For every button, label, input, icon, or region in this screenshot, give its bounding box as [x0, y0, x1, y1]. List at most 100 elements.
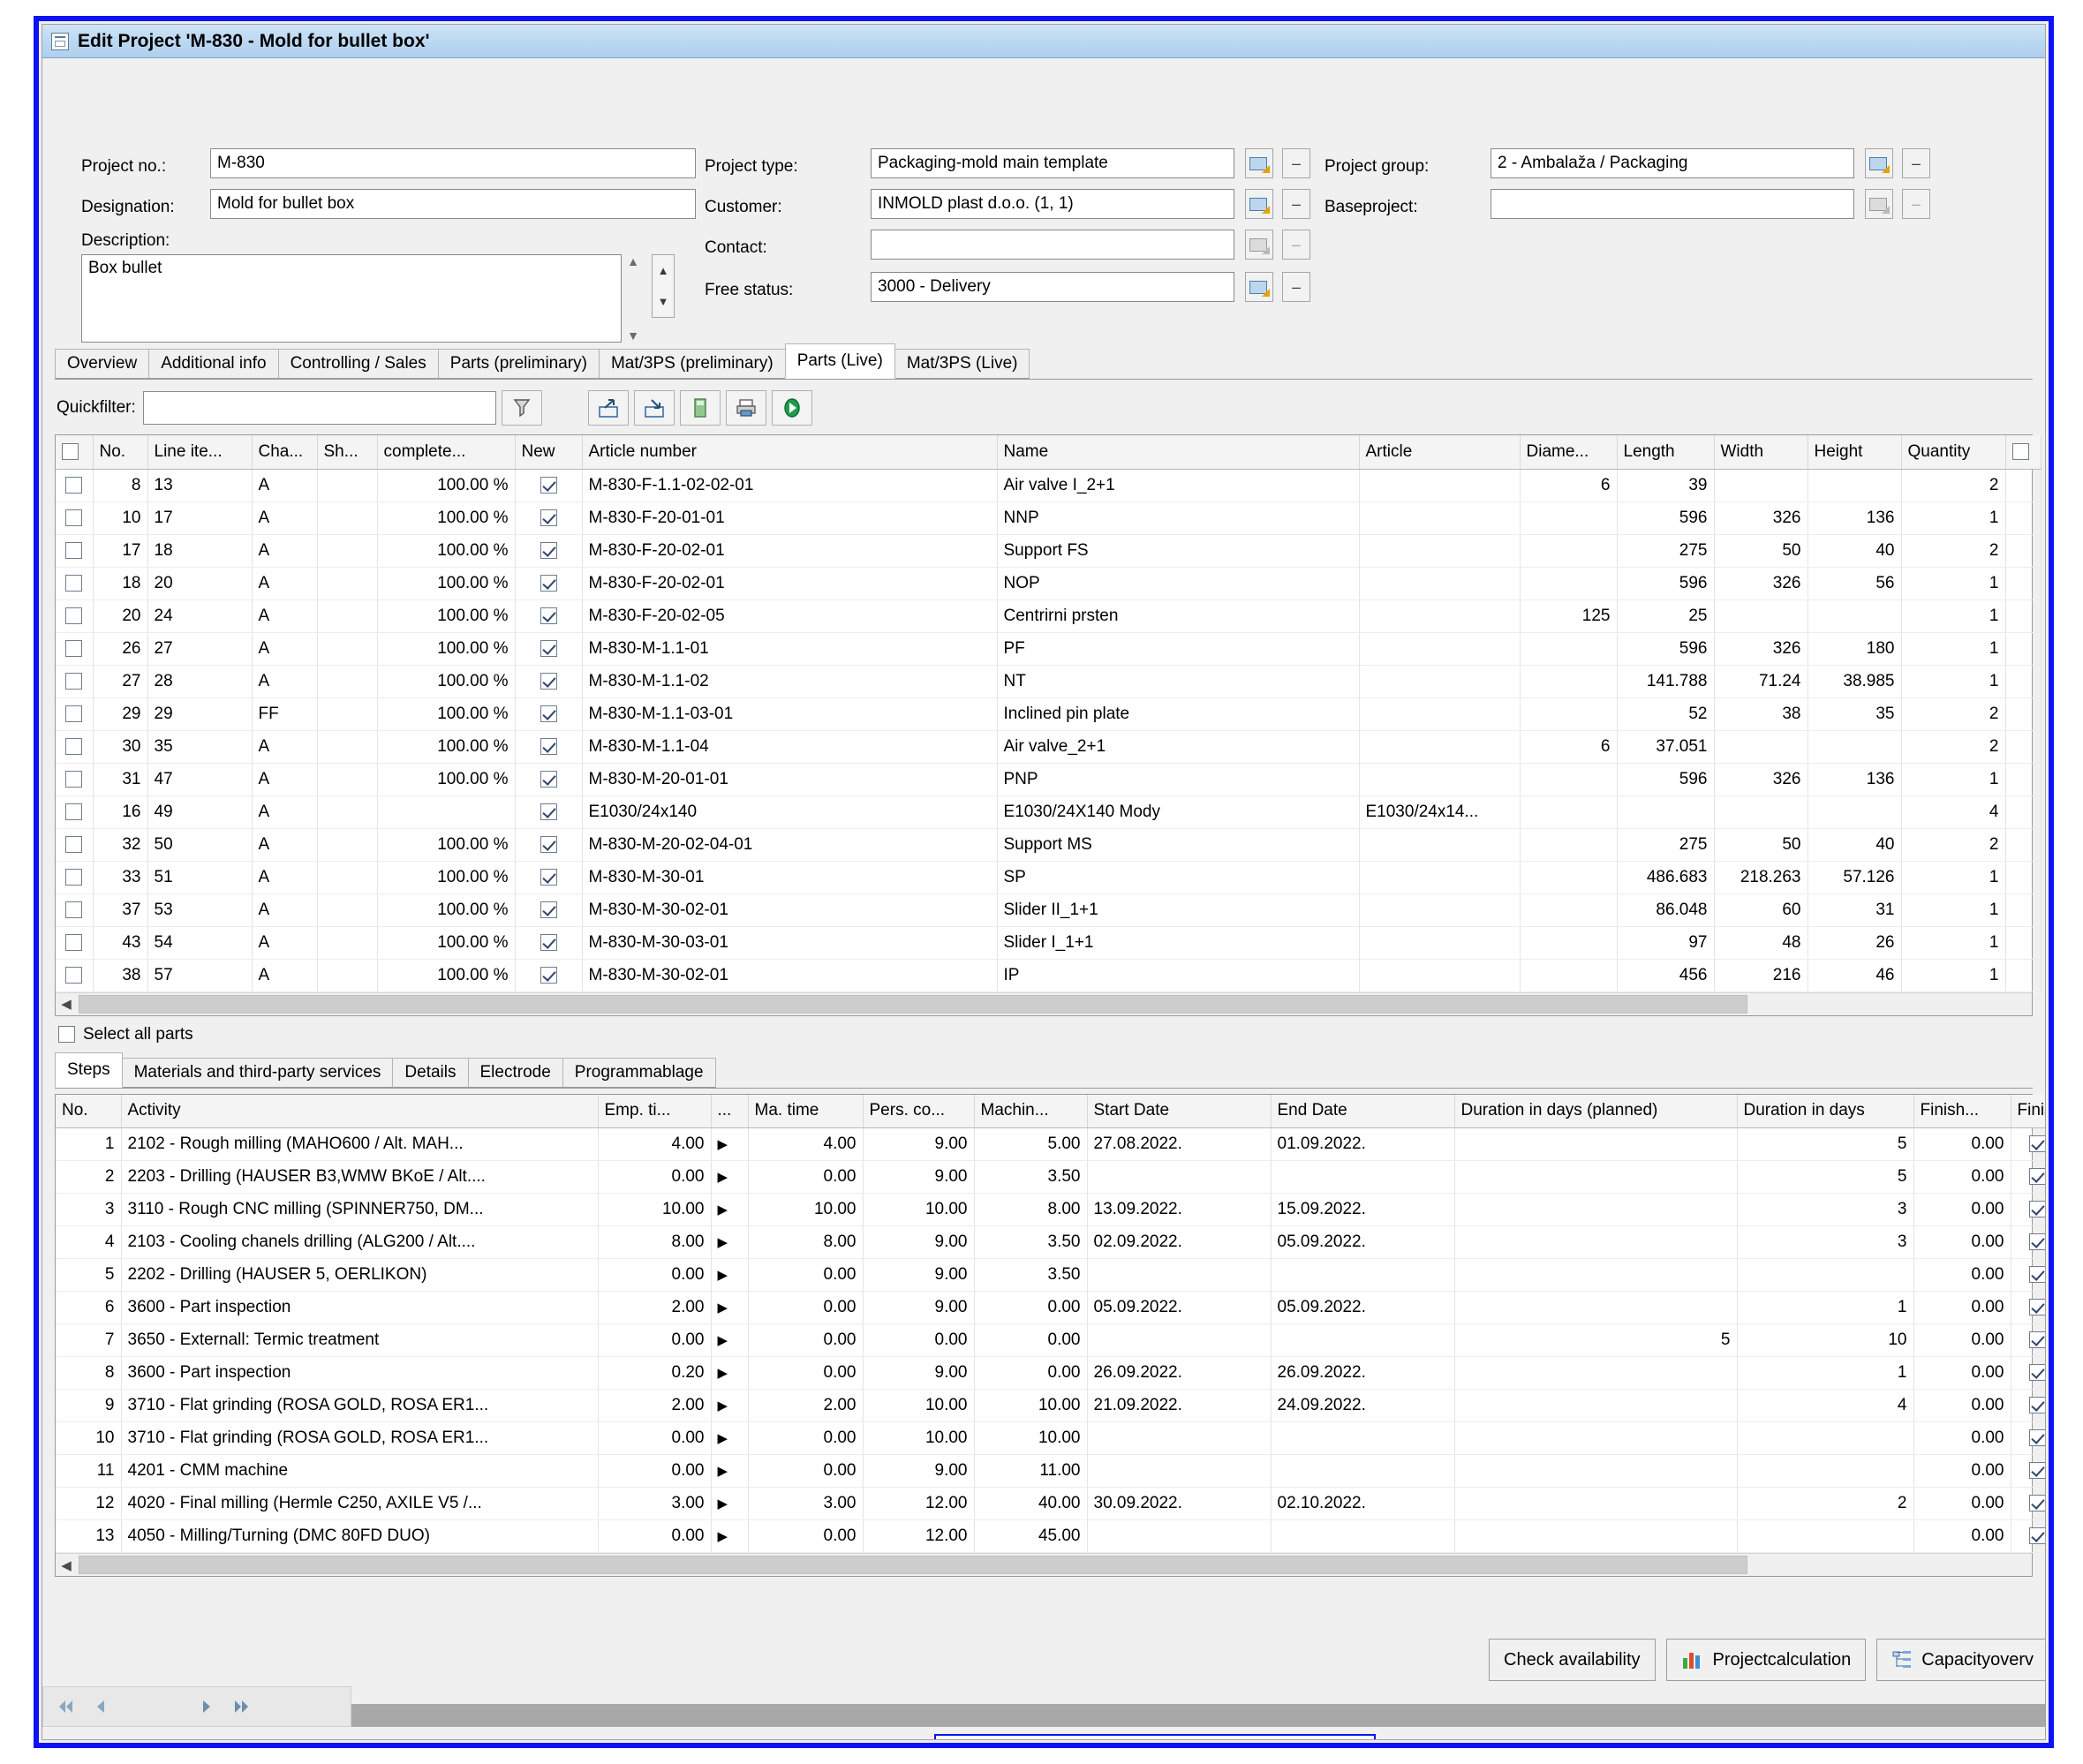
- expand-arrow-icon[interactable]: ▶: [711, 1291, 749, 1324]
- table-row[interactable]: 3 3110 - Rough CNC milling (SPINNER750, D…: [56, 1193, 2045, 1226]
- col-step-no[interactable]: No.: [56, 1094, 122, 1128]
- checkbox-icon[interactable]: [540, 933, 557, 951]
- checkbox-icon[interactable]: [540, 835, 557, 853]
- chevron-down-icon[interactable]: ▼: [627, 328, 639, 343]
- checkbox-icon[interactable]: [2028, 1429, 2045, 1447]
- expand-arrow-icon[interactable]: ▶: [711, 1519, 749, 1553]
- col-complete[interactable]: complete...: [377, 435, 516, 470]
- header-select-checkbox[interactable]: [62, 443, 79, 461]
- table-row[interactable]: 4 2103 - Cooling chanels drilling (ALG200…: [56, 1225, 2045, 1259]
- expand-arrow-icon[interactable]: ▶: [711, 1389, 749, 1422]
- row-select-checkbox[interactable]: [56, 534, 94, 568]
- record-nav-strip[interactable]: [42, 1686, 351, 1727]
- checkbox-icon[interactable]: [540, 639, 557, 657]
- chevron-up-icon[interactable]: ▲: [627, 254, 639, 268]
- baseproject-lookup-button[interactable]: [1865, 189, 1893, 219]
- export-button[interactable]: [587, 390, 629, 426]
- col-emp-time[interactable]: Emp. ti...: [598, 1094, 712, 1128]
- table-row[interactable]: 30 35 A 100.00 % M-830-M-1.1-04 Air valve_2+1…: [56, 730, 2041, 764]
- col-duration[interactable]: Duration in days: [1737, 1094, 1914, 1128]
- expand-arrow-icon[interactable]: ▶: [711, 1421, 749, 1455]
- description-scrollbar[interactable]: ▲ ▼: [625, 254, 641, 343]
- checkbox-icon[interactable]: [65, 705, 83, 722]
- row-select-checkbox[interactable]: [56, 665, 94, 698]
- row-select-checkbox[interactable]: [56, 632, 94, 666]
- checkbox-icon[interactable]: [2028, 1233, 2045, 1251]
- free-status-field[interactable]: 3000 - Delivery: [871, 272, 1234, 302]
- nav-prev-icon[interactable]: [87, 1695, 114, 1718]
- expand-arrow-icon[interactable]: ▶: [711, 1454, 749, 1488]
- tab-mat3ps-live[interactable]: Mat/3PS (Live): [894, 349, 1030, 379]
- table-row[interactable]: 20 24 A 100.00 % M-830-F-20-02-05 Centrirni p…: [56, 599, 2041, 633]
- checkbox-icon[interactable]: [540, 770, 557, 788]
- row-select-checkbox[interactable]: [56, 599, 94, 633]
- spinner-up-icon[interactable]: ▲: [653, 255, 674, 286]
- project-type-lookup-button[interactable]: [1245, 148, 1273, 178]
- project-group-field[interactable]: 2 - Ambalaža / Packaging: [1491, 148, 1854, 178]
- checkbox-icon[interactable]: [540, 705, 557, 722]
- col-no[interactable]: No.: [93, 435, 148, 470]
- checkbox-icon[interactable]: [65, 737, 83, 755]
- spinner-down-icon[interactable]: ▼: [653, 286, 674, 317]
- designation-field[interactable]: Mold for bullet box: [210, 189, 696, 219]
- free-status-lookup-button[interactable]: [1245, 272, 1273, 302]
- checkbox-icon[interactable]: [540, 803, 557, 820]
- steps-grid-hscrollbar[interactable]: ◀: [56, 1553, 2032, 1576]
- table-row[interactable]: 8 3600 - Part inspection 0.20 ▶ 0.00 9.00 0.00…: [56, 1356, 2045, 1390]
- col-end-date[interactable]: End Date: [1271, 1094, 1455, 1128]
- col-start-date[interactable]: Start Date: [1087, 1094, 1272, 1128]
- project-group-clear-button[interactable]: –: [1902, 148, 1930, 178]
- checkbox-icon[interactable]: [2028, 1462, 2045, 1480]
- checkbox-icon[interactable]: [65, 607, 83, 624]
- baseproject-clear-button[interactable]: –: [1902, 189, 1930, 219]
- project-no-field[interactable]: M-830: [210, 148, 696, 178]
- expand-arrow-icon[interactable]: ▶: [711, 1258, 749, 1292]
- col-width[interactable]: Width: [1714, 435, 1808, 470]
- col-pers-costs[interactable]: Pers. co...: [863, 1094, 975, 1128]
- table-row[interactable]: 13 4050 - Milling/Turning (DMC 80FD DUO) 0…: [56, 1519, 2045, 1553]
- checkbox-icon[interactable]: [65, 901, 83, 918]
- row-select-checkbox[interactable]: [56, 828, 94, 862]
- row-select-checkbox[interactable]: [56, 959, 94, 992]
- row-select-checkbox[interactable]: [56, 567, 94, 600]
- tab-materials-third-party[interactable]: Materials and third-party services: [121, 1057, 394, 1088]
- table-row[interactable]: 6 3600 - Part inspection 2.00 ▶ 0.00 9.00 0.00…: [56, 1291, 2045, 1324]
- col-quantity[interactable]: Quantity: [1901, 435, 2006, 470]
- col-activity[interactable]: Activity: [121, 1094, 599, 1128]
- checkbox-icon[interactable]: [540, 541, 557, 559]
- checkbox-icon[interactable]: [2028, 1299, 2045, 1316]
- steps-scroll-thumb[interactable]: [79, 1556, 1747, 1574]
- table-row[interactable]: 38 57 A 100.00 % M-830-M-30-02-01 IP 456 216 46 1: [56, 959, 2041, 992]
- table-row[interactable]: 8 13 A 100.00 % M-830-F-1.1-02-02-01 Air valv…: [56, 469, 2041, 502]
- col-tail[interactable]: [2005, 435, 2041, 470]
- tab-programmablage[interactable]: Programmablage: [562, 1057, 716, 1088]
- row-select-checkbox[interactable]: [56, 861, 94, 894]
- row-select-checkbox[interactable]: [56, 730, 94, 764]
- col-finish-num[interactable]: Finish...: [1913, 1094, 2011, 1128]
- run-button[interactable]: [771, 390, 812, 426]
- checkbox-icon[interactable]: [2028, 1397, 2045, 1414]
- table-row[interactable]: 1 2102 - Rough milling (MAHO600 / Alt. MA…: [56, 1127, 2045, 1161]
- scroll-left-icon[interactable]: ◀: [56, 1555, 77, 1576]
- tab-overview[interactable]: Overview: [55, 349, 150, 379]
- table-row[interactable]: 16 49 A E1030/24x140 E1030/24X140 Mody E1030/…: [56, 795, 2041, 829]
- table-row[interactable]: 12 4020 - Final milling (Hermle C250, AXI…: [56, 1487, 2045, 1520]
- table-row[interactable]: 37 53 A 100.00 % M-830-M-30-02-01 Slider II_1…: [56, 893, 2041, 927]
- table-row[interactable]: 29 29 FF 100.00 % M-830-M-1.1-03-01 Inclined …: [56, 697, 2041, 731]
- import-button[interactable]: [633, 390, 675, 426]
- table-row[interactable]: 10 3710 - Flat grinding (ROSA GOLD, ROSA …: [56, 1421, 2045, 1455]
- checkbox-icon[interactable]: [65, 933, 83, 951]
- select-all-parts-row[interactable]: Select all parts: [42, 1016, 2045, 1052]
- table-row[interactable]: 5 2202 - Drilling (HAUSER 5, OERLIKON) 0.0…: [56, 1258, 2045, 1292]
- col-line-item[interactable]: Line ite...: [147, 435, 253, 470]
- customer-field[interactable]: INMOLD plast d.o.o. (1, 1): [871, 189, 1234, 219]
- expand-arrow-icon[interactable]: ▶: [711, 1127, 749, 1161]
- col-duration-planned[interactable]: Duration in days (planned): [1454, 1094, 1738, 1128]
- checkbox-icon[interactable]: [65, 868, 83, 886]
- checkbox-icon[interactable]: [65, 803, 83, 820]
- expand-arrow-icon[interactable]: ▶: [711, 1323, 749, 1357]
- checkbox-icon[interactable]: [65, 835, 83, 853]
- quickfilter-input[interactable]: [142, 391, 496, 425]
- checkbox-icon[interactable]: [540, 737, 557, 755]
- col-ma-time[interactable]: Ma. time: [748, 1094, 864, 1128]
